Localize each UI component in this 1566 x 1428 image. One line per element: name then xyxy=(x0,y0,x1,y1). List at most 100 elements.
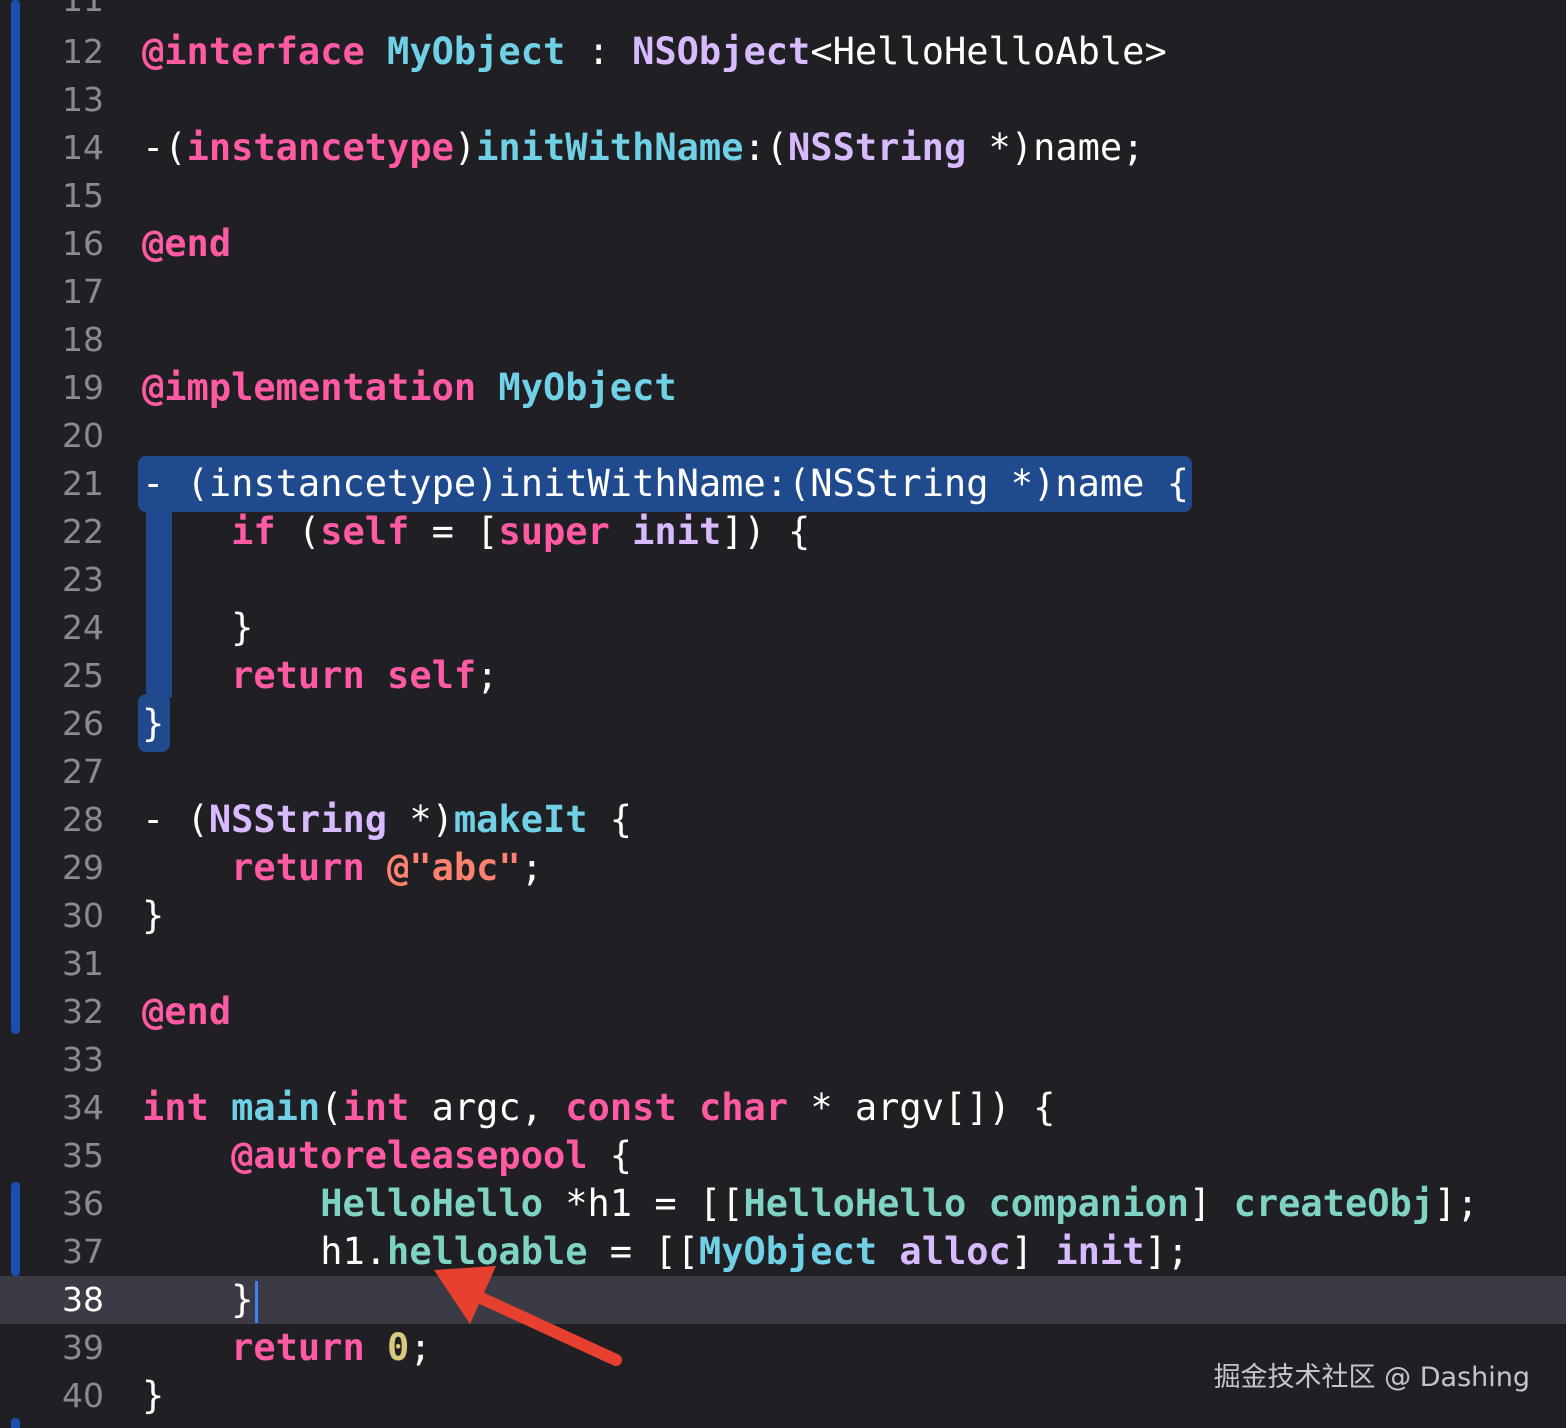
code-token: if xyxy=(231,510,276,553)
code-token: - (instancetype)initWithName:(NSString *… xyxy=(142,462,1189,505)
code-line[interactable]: 24 } xyxy=(0,604,1566,652)
code-token: createObj xyxy=(1233,1182,1435,1225)
line-number: 33 xyxy=(62,1040,104,1079)
code-text: } xyxy=(142,604,253,652)
code-line[interactable]: 17 xyxy=(0,268,1566,316)
code-text: @autoreleasepool { xyxy=(142,1132,632,1180)
line-number: 36 xyxy=(62,1184,104,1223)
code-token: = [ xyxy=(409,510,499,553)
code-token: NSString xyxy=(788,126,967,169)
code-token: return xyxy=(231,1326,365,1369)
line-number: 34 xyxy=(62,1088,104,1127)
code-text: } xyxy=(142,1276,259,1324)
current-code-line[interactable]: 38 } xyxy=(0,1276,1566,1324)
code-line[interactable]: 15 xyxy=(0,172,1566,220)
line-number: 39 xyxy=(62,1328,104,1367)
code-line[interactable]: 25 return self; xyxy=(0,652,1566,700)
code-token: @"abc" xyxy=(387,846,521,889)
code-line[interactable]: 28 - (NSString *)makeIt { xyxy=(0,796,1566,844)
line-number: 38 xyxy=(62,1280,104,1319)
code-editor[interactable]: 11 12 @interface MyObject : NSObject<Hell… xyxy=(0,0,1566,1428)
code-line[interactable]: 31 xyxy=(0,940,1566,988)
line-number: 28 xyxy=(62,800,104,839)
code-text: } xyxy=(142,700,164,748)
code-line[interactable]: 11 xyxy=(0,0,1566,24)
line-number: 14 xyxy=(62,128,104,167)
line-number: 26 xyxy=(62,704,104,743)
code-token: ; xyxy=(409,1326,432,1369)
code-line[interactable]: 29 return @"abc"; xyxy=(0,844,1566,892)
code-line[interactable]: 14 -(instancetype)initWithName:(NSString … xyxy=(0,124,1566,172)
code-text: - (instancetype)initWithName:(NSString *… xyxy=(142,460,1189,508)
code-token: HelloHello xyxy=(320,1182,543,1225)
code-token: NSObject xyxy=(632,30,811,73)
code-token: alloc xyxy=(899,1230,1011,1273)
code-token: NSString xyxy=(208,798,388,841)
code-token: { xyxy=(587,1134,633,1177)
code-token: @implementation xyxy=(142,366,477,409)
code-token: main xyxy=(231,1086,321,1129)
line-number: 40 xyxy=(62,1376,104,1415)
code-line[interactable]: 37 h1.helloable = [[MyObject alloc] init… xyxy=(0,1228,1566,1276)
code-text: @end xyxy=(142,220,231,268)
code-token: int xyxy=(142,1086,209,1129)
code-line[interactable]: 27 xyxy=(0,748,1566,796)
code-line[interactable]: 36 HelloHello *h1 = [[HelloHello compani… xyxy=(0,1180,1566,1228)
code-token: char xyxy=(698,1086,789,1129)
line-number: 22 xyxy=(62,512,104,551)
code-line[interactable]: 32 @end xyxy=(0,988,1566,1036)
code-line[interactable]: 35 @autoreleasepool { xyxy=(0,1132,1566,1180)
code-token: ] xyxy=(1010,1230,1056,1273)
code-line[interactable]: 16 @end xyxy=(0,220,1566,268)
code-token: } xyxy=(142,1374,165,1417)
code-line[interactable]: 30} xyxy=(0,892,1566,940)
line-number: 30 xyxy=(62,896,104,935)
code-token: -( xyxy=(142,126,187,169)
code-text: @interface MyObject : NSObject<HelloHell… xyxy=(142,28,1167,76)
code-token: argc, xyxy=(409,1086,566,1129)
code-token: *) xyxy=(387,798,454,841)
code-text: return self; xyxy=(142,652,498,700)
line-number: 24 xyxy=(62,608,104,647)
code-line[interactable]: 26} xyxy=(0,700,1566,748)
code-token: return xyxy=(231,846,365,889)
code-text: if (self = [super init]) { xyxy=(142,508,810,556)
code-line[interactable]: 23 xyxy=(0,556,1566,604)
code-line[interactable]: 22 if (self = [super init]) { xyxy=(0,508,1566,556)
code-line[interactable]: 20 xyxy=(0,412,1566,460)
code-token: } xyxy=(142,894,165,937)
code-line[interactable]: 19 @implementation MyObject xyxy=(0,364,1566,412)
code-token: <HelloHelloAble> xyxy=(810,30,1167,73)
code-token: *)name; xyxy=(966,126,1145,169)
watermark: 掘金技术社区 @ Dashing xyxy=(1213,1362,1530,1393)
code-token: const xyxy=(565,1086,677,1129)
line-number: 15 xyxy=(62,176,104,215)
code-token: - ( xyxy=(142,798,209,841)
code-text: - (NSString *)makeIt { xyxy=(142,796,632,844)
line-number: 13 xyxy=(62,80,104,119)
code-text: int main(int argc, const char * argv[]) … xyxy=(142,1084,1055,1132)
code-token: } xyxy=(142,702,165,745)
code-token: *h1 = [[ xyxy=(542,1182,744,1225)
code-token: self xyxy=(387,654,477,697)
code-line[interactable]: 13 xyxy=(0,76,1566,124)
code-line[interactable]: 21 - (instancetype)initWithName:(NSString… xyxy=(0,460,1566,508)
code-text: } xyxy=(142,1372,164,1420)
line-number: 32 xyxy=(62,992,104,1031)
code-line[interactable]: 18 xyxy=(0,316,1566,364)
code-line[interactable]: 12 @interface MyObject : NSObject<HelloHe… xyxy=(0,28,1566,76)
code-token: * argv[]) { xyxy=(788,1086,1056,1129)
code-line[interactable]: 34 int main(int argc, const char * argv[]… xyxy=(0,1084,1566,1132)
line-number: 19 xyxy=(62,368,104,407)
line-number: 11 xyxy=(0,0,104,24)
code-line[interactable]: 33 xyxy=(0,1036,1566,1084)
line-number: 16 xyxy=(62,224,104,263)
